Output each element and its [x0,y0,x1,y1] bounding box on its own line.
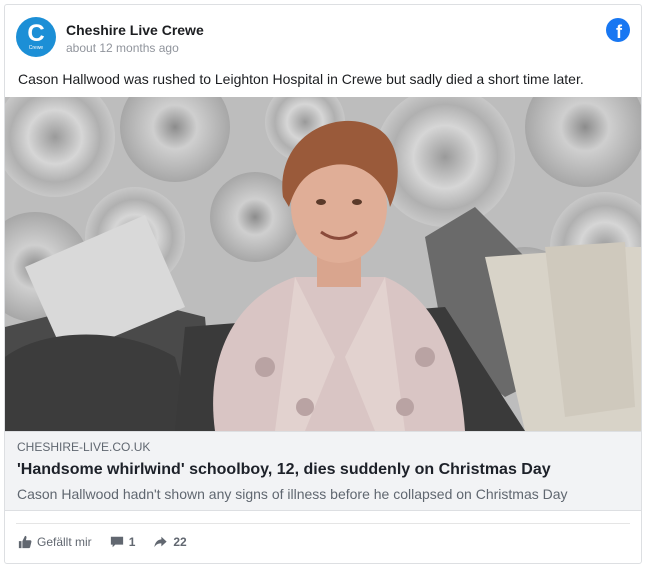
link-domain: CHESHIRE-LIVE.CO.UK [17,440,151,454]
post-text: Cason Hallwood was rushed to Leighton Ho… [18,71,584,87]
post-timestamp[interactable]: about 12 months ago [66,41,179,55]
post-card: C Crewe Cheshire Live Crewe about 12 mon… [4,4,642,564]
actions-divider [16,523,630,524]
thumbs-up-icon [18,535,32,549]
page-avatar[interactable]: C Crewe [16,17,56,57]
link-description: Cason Hallwood hadn't shown any signs of… [17,486,568,502]
page-name[interactable]: Cheshire Live Crewe [66,22,204,38]
comment-icon [110,536,123,548]
share-arrow-icon [154,536,167,548]
post-photo[interactable] [5,97,641,431]
photo-image [5,97,641,431]
facebook-icon[interactable]: f [606,18,630,42]
like-label: Gefällt mir [37,535,92,549]
action-bar: Gefällt mir 1 22 [18,535,205,549]
share-count: 22 [173,535,187,549]
avatar-letter: C [27,20,45,47]
share-button[interactable]: 22 [153,535,187,549]
comment-count: 1 [128,535,136,549]
comment-button[interactable]: 1 [110,535,136,549]
avatar-subtext: Crewe [28,45,44,51]
link-title[interactable]: 'Handsome whirlwind' schoolboy, 12, dies… [17,461,551,479]
like-button[interactable]: Gefällt mir [18,535,92,549]
link-preview[interactable]: CHESHIRE-LIVE.CO.UK 'Handsome whirlwind'… [5,431,641,511]
